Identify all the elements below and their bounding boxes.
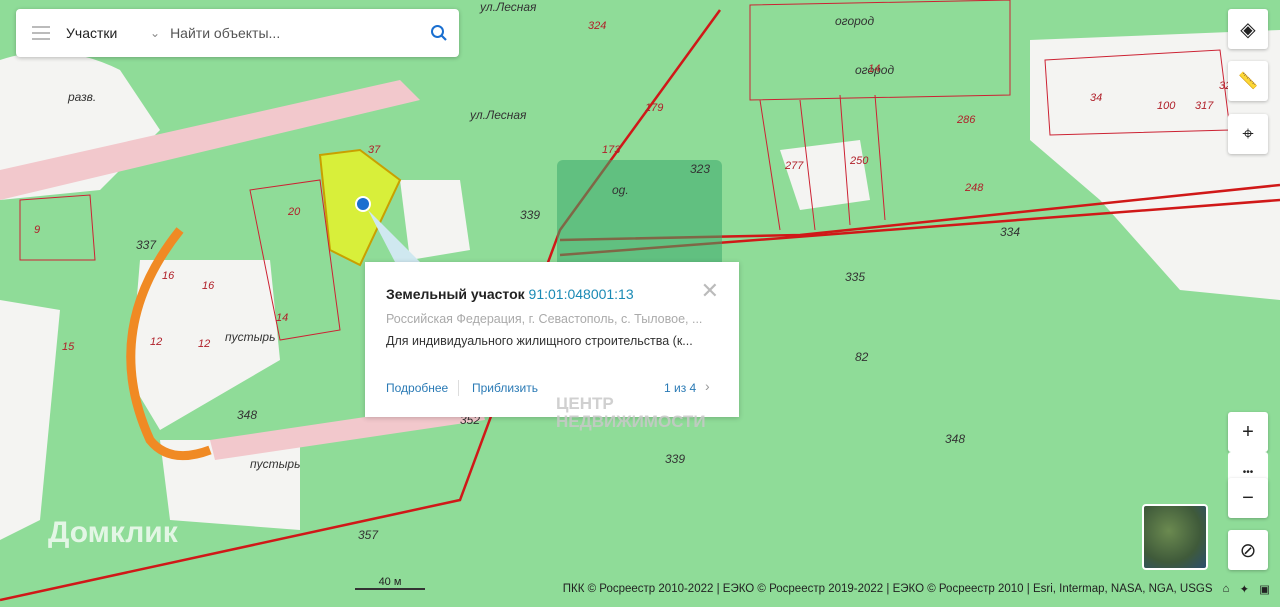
more-link[interactable]: Подробнее (386, 381, 448, 395)
parcel-purpose: Для индивидуального жилищного строительс… (386, 334, 693, 348)
map-label: 250 (850, 155, 869, 167)
map-label: 173 (602, 144, 621, 156)
parcel-address: Российская Федерация, г. Севастополь, с.… (386, 312, 703, 326)
search-bar: Участки ⌄ (16, 9, 459, 57)
crosshair-icon: ⌖ (1242, 122, 1254, 145)
popup-title: Земельный участок 91:01:048001:13 (386, 286, 634, 302)
map-label: 12 (150, 336, 163, 348)
parcel-popup: Земельный участок 91:01:048001:13 Россий… (365, 262, 739, 417)
map-label: 277 (785, 160, 804, 172)
ruler-button[interactable]: 📏 (1228, 61, 1268, 101)
layers-button[interactable]: ◈ (1228, 9, 1268, 49)
map-label: 339 (520, 208, 541, 222)
map-label: пустырь (225, 330, 276, 344)
search-button[interactable] (419, 24, 459, 42)
map-label: 324 (588, 20, 607, 32)
zoom-out-button[interactable]: − (1228, 478, 1268, 518)
map-label: 100 (1157, 100, 1176, 112)
map-label: 179 (645, 102, 664, 114)
map-label: 348 (237, 408, 258, 422)
attribution-text: ПКК © Росреестр 2010-2022 | ЕЭКО © Росре… (562, 583, 1213, 595)
map-label: 34 (1090, 92, 1103, 104)
map-label: разв. (68, 90, 97, 104)
map-label: 334 (1000, 225, 1021, 239)
scale-bar: 40 м (355, 576, 425, 590)
map-label: 15 (62, 341, 75, 353)
attribution-bar: ПКК © Росреестр 2010-2022 | ЕЭКО © Росре… (553, 576, 1280, 602)
map-label: 317 (1195, 100, 1214, 112)
map-label: 339 (665, 452, 686, 466)
menu-icon[interactable] (32, 26, 50, 40)
map-label: огород (835, 14, 875, 28)
close-icon[interactable]: ✕ (701, 278, 719, 304)
chevron-down-icon[interactable]: ⌄ (150, 26, 160, 40)
map-label: 357 (358, 528, 379, 542)
map-label: 82 (855, 350, 869, 364)
zoom-in-button[interactable]: + (1228, 412, 1268, 452)
domclick-watermark: Домклик (48, 516, 178, 549)
category-select[interactable]: Участки (66, 25, 136, 41)
map-label: 337 (136, 238, 157, 252)
map-label: 9 (34, 224, 41, 236)
geolocation-button[interactable]: ⌖ (1228, 114, 1268, 154)
map-label: 248 (965, 182, 984, 194)
compass-button[interactable]: ⊘ (1228, 530, 1268, 570)
watermark-text: ЦЕНТР НЕДВИЖИМОСТИ (556, 394, 706, 431)
pager-text: 1 из 4 (664, 381, 697, 395)
map-label: 286 (957, 114, 976, 126)
cadastral-number: 91:01:048001:13 (528, 286, 634, 302)
map-label: 12 (198, 338, 211, 350)
fullscreen-icon[interactable]: ▣ (1259, 582, 1270, 596)
map-label: 14 (868, 63, 881, 75)
map-label: 16 (162, 270, 175, 282)
map-label: og. (612, 183, 629, 197)
map-label: ул.Лесная (470, 108, 527, 122)
ruler-icon: 📏 (1238, 73, 1258, 90)
chevron-right-icon[interactable]: › (705, 378, 710, 394)
home-icon[interactable]: ⌂ (1223, 583, 1230, 595)
divider (458, 380, 459, 396)
layers-icon: ◈ (1240, 18, 1256, 41)
map-label: 16 (202, 280, 215, 292)
map-label: 37 (368, 144, 381, 156)
locate-icon[interactable]: ✦ (1239, 582, 1249, 596)
search-icon (431, 25, 447, 41)
map-label: 20 (288, 206, 301, 218)
search-input[interactable] (170, 25, 419, 41)
basemap-switcher-thumbnail[interactable] (1142, 504, 1208, 570)
map-label: ул.Лесная (480, 0, 537, 14)
map-label: 335 (845, 270, 866, 284)
map-label: 323 (690, 162, 711, 176)
compass-icon: ⊘ (1239, 539, 1257, 562)
map-label: 14 (276, 312, 289, 324)
map-label: 348 (945, 432, 966, 446)
zoom-to-link[interactable]: Приблизить (472, 381, 538, 395)
map-label: пустырь (250, 457, 301, 471)
